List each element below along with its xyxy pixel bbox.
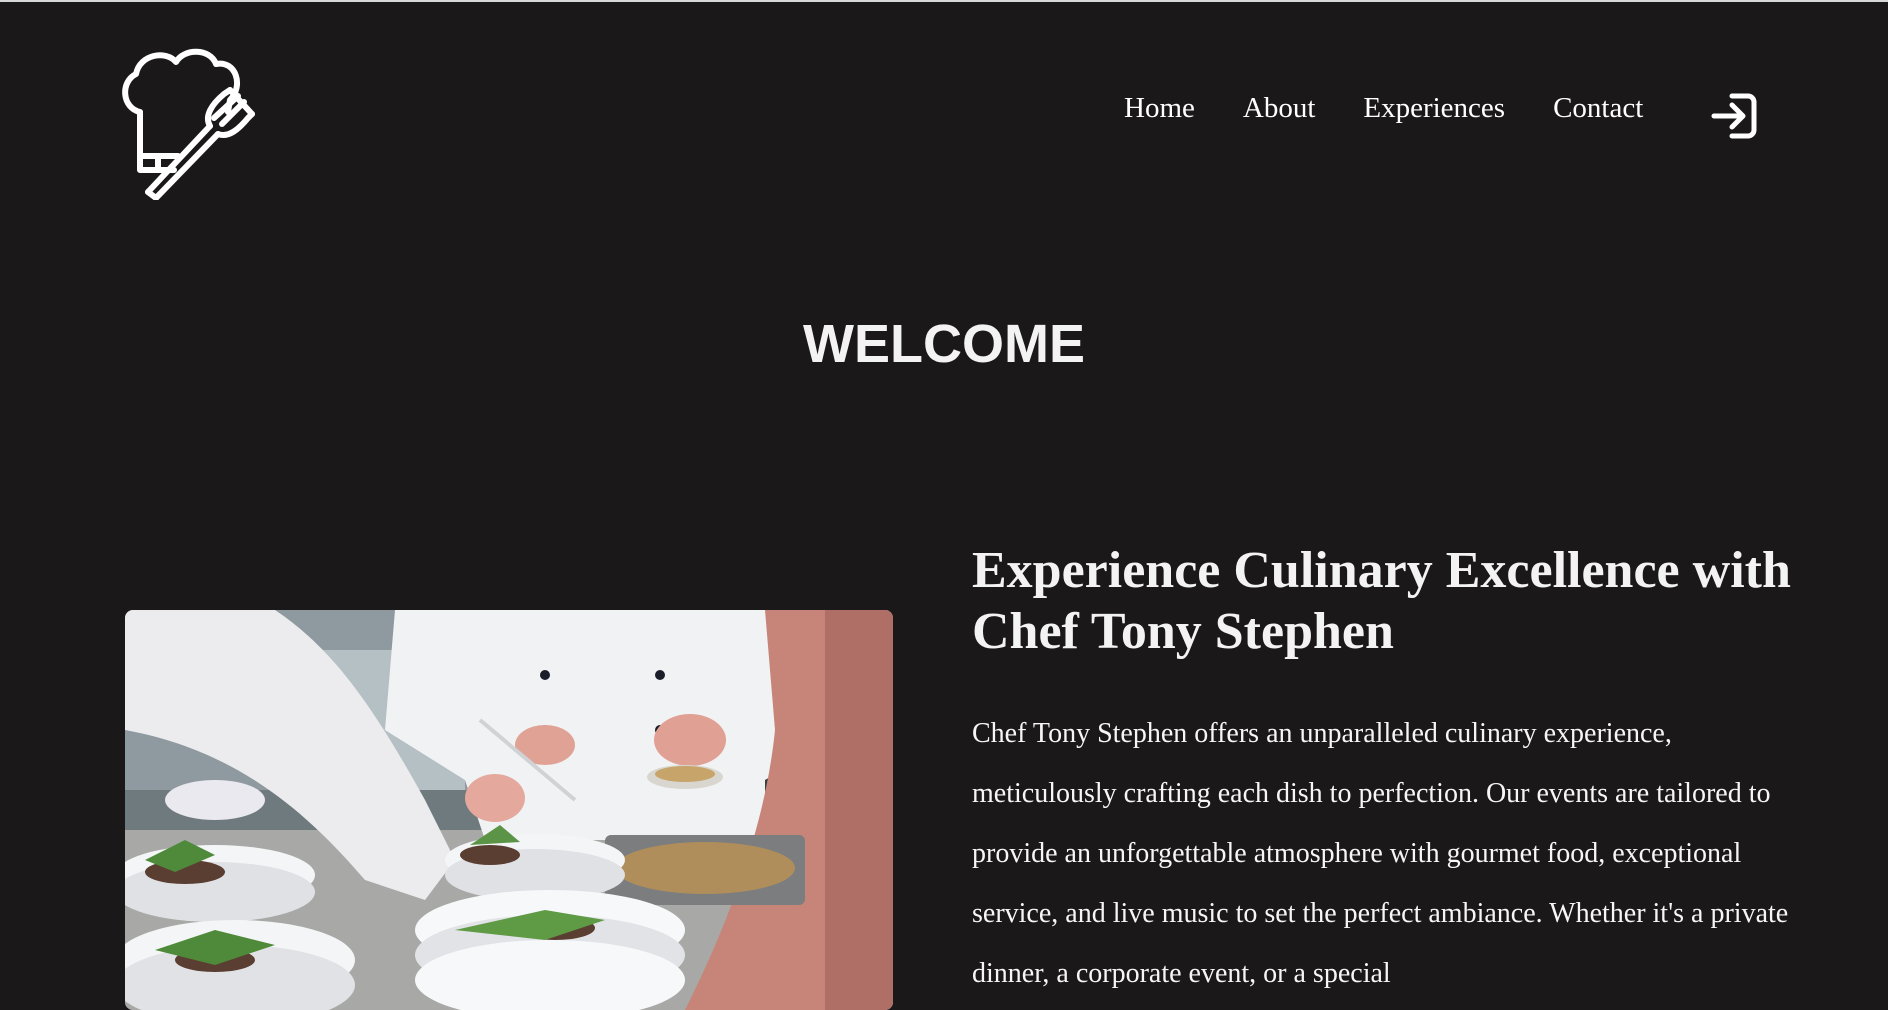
top-border xyxy=(0,0,1888,2)
main-nav: Home About Experiences Contact xyxy=(1124,88,1691,128)
chefs-plating-photo xyxy=(125,610,893,1010)
intro-heading: Experience Culinary Excellence with Chef… xyxy=(972,542,1791,660)
intro-body: Chef Tony Stephen offers an unparalleled… xyxy=(972,718,1789,989)
nav-contact-link[interactable]: Contact xyxy=(1553,88,1643,128)
nav-home-link[interactable]: Home xyxy=(1124,88,1195,128)
nav-experiences-link[interactable]: Experiences xyxy=(1363,88,1505,128)
page-title: WELCOME xyxy=(803,314,1085,374)
intro-section: Experience Culinary Excellence with Chef… xyxy=(972,540,1812,1004)
nav-about-link[interactable]: About xyxy=(1243,88,1316,128)
login-arrow-icon[interactable] xyxy=(1710,92,1758,140)
chef-logo-icon[interactable] xyxy=(118,46,270,201)
